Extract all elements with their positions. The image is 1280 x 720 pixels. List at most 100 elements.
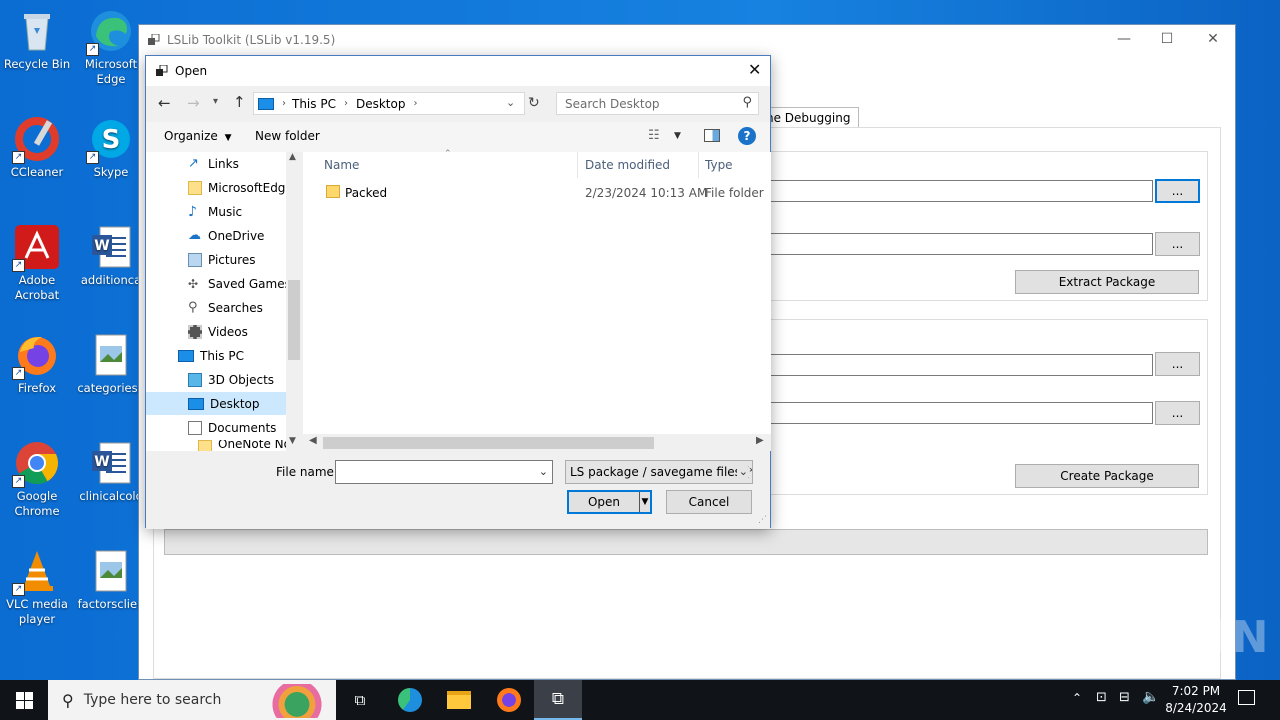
address-dropdown-icon[interactable]: ⌄: [506, 96, 515, 109]
file-list-hscrollbar[interactable]: ◀ ▶: [303, 434, 771, 451]
chevron-down-icon[interactable]: ⌄: [539, 465, 548, 478]
extract-package-button[interactable]: Extract Package: [1015, 270, 1199, 294]
maximize-icon[interactable]: ☐: [1157, 31, 1177, 49]
nav-item-onenote[interactable]: OneNote Not: [146, 440, 286, 451]
desktop-icon-word-doc[interactable]: W additionca: [74, 224, 148, 288]
shortcut-arrow-icon: ↗: [86, 151, 99, 164]
nav-item-3d-objects[interactable]: 3D Objects: [146, 368, 286, 391]
close-icon[interactable]: ✕: [748, 60, 761, 79]
taskbar-lslib[interactable]: ⧉: [534, 680, 582, 720]
scroll-down-icon[interactable]: ▼: [289, 436, 296, 446]
taskbar-firefox[interactable]: [485, 680, 533, 720]
tab-game-debugging[interactable]: ne Debugging: [759, 107, 860, 129]
view-options-icon[interactable]: ☷: [648, 128, 660, 143]
nav-item-documents[interactable]: Documents: [146, 416, 286, 439]
scroll-thumb[interactable]: [288, 280, 300, 360]
cancel-button[interactable]: Cancel: [666, 490, 752, 514]
nav-item-searches[interactable]: ⚲ Searches: [146, 296, 286, 319]
browse-output-button[interactable]: ...: [1155, 401, 1200, 425]
column-header-type[interactable]: Type: [699, 152, 771, 178]
organize-button[interactable]: Organize ▼: [164, 129, 232, 143]
address-bar[interactable]: › This PC › Desktop › ⌄: [253, 92, 525, 115]
nav-item-desktop[interactable]: Desktop: [146, 392, 286, 415]
preview-pane-icon[interactable]: [704, 129, 720, 142]
open-dropdown-icon[interactable]: ▼: [639, 492, 650, 512]
file-type-select[interactable]: LS package / savegame files (*.p ⌄: [565, 460, 753, 484]
taskbar-edge[interactable]: [386, 680, 434, 720]
taskbar-file-explorer[interactable]: [435, 680, 483, 720]
app-window-icon: ⧉: [551, 689, 565, 709]
desktop-icon-ccleaner[interactable]: ↗ CCleaner: [0, 116, 74, 180]
up-arrow-icon[interactable]: ↑: [233, 93, 246, 111]
browse-extract-button[interactable]: ...: [1155, 232, 1200, 256]
nav-item-videos[interactable]: Videos: [146, 320, 286, 343]
notifications-icon[interactable]: [1238, 690, 1255, 705]
network-icon[interactable]: ⊡: [1096, 690, 1107, 705]
scroll-right-icon[interactable]: ▶: [756, 435, 764, 446]
scroll-up-icon[interactable]: ▲: [289, 152, 296, 162]
breadcrumb-separator-icon: ›: [282, 98, 286, 109]
forward-arrow-icon[interactable]: →: [187, 94, 200, 112]
start-button[interactable]: [0, 680, 48, 720]
window-titlebar: LSLib Toolkit (LSLib v1.19.5) — ☐ ✕: [139, 25, 1235, 55]
task-view-button[interactable]: ⧉: [336, 680, 384, 720]
output-package-field[interactable]: [769, 402, 1153, 424]
browse-source-button[interactable]: ...: [1155, 352, 1200, 376]
package-path-field[interactable]: [769, 180, 1153, 202]
extract-path-field[interactable]: [769, 233, 1153, 255]
firefox-icon: [497, 688, 521, 712]
close-icon[interactable]: ✕: [1203, 31, 1223, 49]
nav-item-links[interactable]: ↗ Links: [146, 152, 286, 175]
column-header-name[interactable]: Name: [318, 152, 578, 178]
desktop-icon-skype[interactable]: S ↗ Skype: [74, 116, 148, 180]
new-folder-button[interactable]: New folder: [255, 129, 320, 143]
file-row-packed[interactable]: Packed 2/23/2024 10:13 AM File folder: [318, 182, 764, 204]
vlc-icon: ↗: [12, 548, 60, 596]
organize-label: Organize: [164, 129, 218, 143]
watermark: ANY RUN: [1038, 612, 1270, 663]
desktop-icon-recycle-bin[interactable]: Recycle Bin: [0, 8, 74, 72]
view-chevron-icon[interactable]: ▼: [674, 131, 681, 141]
desktop-icon-image-file-2[interactable]: factorsclien: [74, 548, 148, 612]
browse-package-button[interactable]: ...: [1155, 179, 1200, 203]
scroll-thumb[interactable]: [323, 437, 654, 449]
breadcrumb-this-pc[interactable]: This PC: [292, 97, 336, 111]
breadcrumb-desktop[interactable]: Desktop: [356, 97, 406, 111]
refresh-icon[interactable]: ↻: [528, 95, 540, 111]
nav-item-label: OneNote Not: [218, 440, 286, 451]
back-arrow-icon[interactable]: ←: [158, 94, 171, 112]
folder-icon: [188, 180, 202, 195]
desktop-icon-edge[interactable]: ↗ Microsoft Edge: [74, 8, 148, 87]
desktop-icon-google-chrome[interactable]: ↗ Google Chrome: [0, 440, 74, 519]
nav-item-this-pc[interactable]: This PC: [146, 344, 286, 367]
create-package-button[interactable]: Create Package: [1015, 464, 1199, 488]
open-button[interactable]: Open ▼: [567, 490, 652, 514]
desktop-icon-image-file[interactable]: categoriesa: [74, 332, 148, 396]
search-input[interactable]: Search Desktop ⚲: [556, 92, 759, 115]
taskbar-search[interactable]: ⚲ Type here to search: [48, 680, 336, 720]
nav-item-microsoftedge[interactable]: MicrosoftEdge: [146, 176, 293, 199]
taskbar-clock[interactable]: 7:02 PM 8/24/2024: [1160, 683, 1232, 717]
desktop-icon-firefox[interactable]: ↗ Firefox: [0, 332, 74, 396]
nav-item-pictures[interactable]: Pictures: [146, 248, 286, 271]
column-header-date[interactable]: Date modified: [579, 152, 699, 178]
scroll-left-icon[interactable]: ◀: [309, 435, 317, 446]
nav-item-saved-games[interactable]: ✣ Saved Games: [146, 272, 291, 295]
nav-item-onedrive[interactable]: ☁ OneDrive: [146, 224, 286, 247]
window-title: LSLib Toolkit (LSLib v1.19.5): [167, 33, 336, 47]
nav-item-music[interactable]: ♪ Music: [146, 200, 286, 223]
desktop-icon-vlc[interactable]: ↗ VLC media player: [0, 548, 74, 627]
ethernet-icon[interactable]: ⊟: [1119, 690, 1130, 705]
help-icon[interactable]: ?: [738, 127, 756, 145]
source-path-field[interactable]: [769, 354, 1153, 376]
nav-scrollbar[interactable]: ▲ ▼: [286, 152, 302, 451]
tray-chevron-icon[interactable]: ⌃: [1072, 691, 1082, 705]
resize-grip-icon[interactable]: ⋰: [758, 515, 767, 525]
desktop-icon-word-doc-2[interactable]: W clinicalcolo: [74, 440, 148, 504]
minimize-icon[interactable]: —: [1114, 31, 1134, 49]
file-type-value: LS package / savegame files (*.p: [570, 465, 753, 479]
volume-icon[interactable]: 🔈: [1142, 689, 1159, 705]
desktop-icon-adobe-acrobat[interactable]: ↗ Adobe Acrobat: [0, 224, 74, 303]
recent-chevron-icon[interactable]: ▾: [213, 96, 218, 107]
file-name-input[interactable]: ⌄: [335, 460, 553, 484]
